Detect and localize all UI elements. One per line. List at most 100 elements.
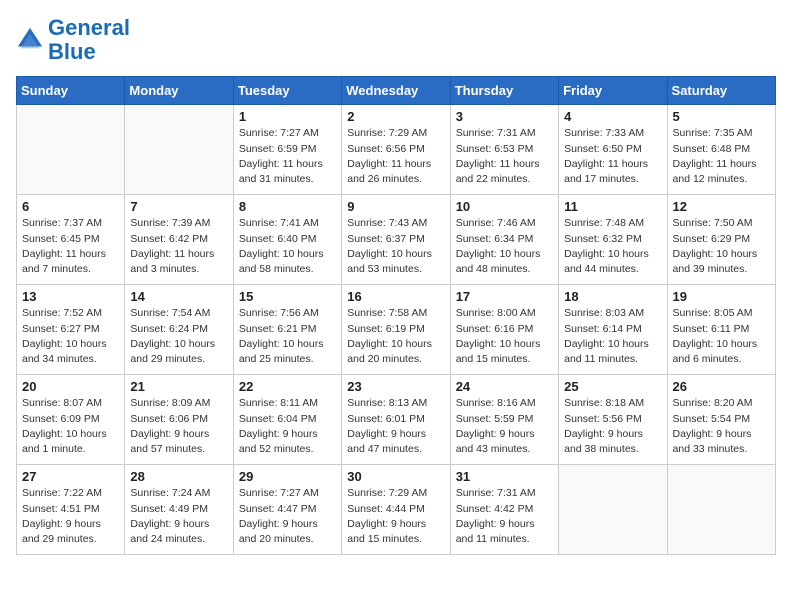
day-info: Sunrise: 7:52 AM Sunset: 6:27 PM Dayligh…: [22, 306, 119, 367]
day-info: Sunrise: 7:41 AM Sunset: 6:40 PM Dayligh…: [239, 216, 336, 277]
weekday-header-wednesday: Wednesday: [342, 77, 450, 105]
day-number: 17: [456, 289, 553, 304]
day-number: 12: [673, 199, 770, 214]
calendar-cell: 15Sunrise: 7:56 AM Sunset: 6:21 PM Dayli…: [233, 285, 341, 375]
day-info: Sunrise: 8:20 AM Sunset: 5:54 PM Dayligh…: [673, 396, 770, 457]
day-number: 9: [347, 199, 444, 214]
day-info: Sunrise: 8:00 AM Sunset: 6:16 PM Dayligh…: [456, 306, 553, 367]
calendar-cell: 21 Sunrise: 8:09 AM Sunset: 6:06 PM Dayli…: [125, 375, 233, 465]
logo-icon: [16, 26, 44, 54]
day-number: 10: [456, 199, 553, 214]
day-info: Sunrise: 8:18 AM Sunset: 5:56 PM Dayligh…: [564, 396, 661, 457]
day-info: Sunrise: 7:31 AM Sunset: 4:42 PM Dayligh…: [456, 486, 553, 547]
day-number: 5: [673, 109, 770, 124]
day-number: 22: [239, 379, 336, 394]
calendar-cell: 10 Sunrise: 7:46 AM Sunset: 6:34 PM Dayli…: [450, 195, 558, 285]
day-info: Sunrise: 7:31 AM Sunset: 6:53 PM Dayligh…: [456, 126, 553, 187]
calendar-cell: 30Sunrise: 7:29 AM Sunset: 4:44 PM Dayli…: [342, 465, 450, 555]
day-info: Sunrise: 7:46 AM Sunset: 6:34 PM Dayligh…: [456, 216, 553, 277]
calendar-table: SundayMondayTuesdayWednesdayThursdayFrid…: [16, 76, 776, 555]
day-number: 28: [130, 469, 227, 484]
day-number: 27: [22, 469, 119, 484]
calendar-cell: 4Sunrise: 7:33 AM Sunset: 6:50 PM Daylig…: [559, 105, 667, 195]
day-info: Sunrise: 7:27 AM Sunset: 6:59 PM Dayligh…: [239, 126, 336, 187]
day-info: Sunrise: 7:22 AM Sunset: 4:51 PM Dayligh…: [22, 486, 119, 547]
day-number: 18: [564, 289, 661, 304]
logo-text: General Blue: [48, 16, 130, 64]
calendar-week-4: 20 Sunrise: 8:07 AM Sunset: 6:09 PM Dayli…: [17, 375, 776, 465]
day-info: Sunrise: 8:07 AM Sunset: 6:09 PM Dayligh…: [22, 396, 119, 457]
day-info: Sunrise: 7:54 AM Sunset: 6:24 PM Dayligh…: [130, 306, 227, 367]
day-info: Sunrise: 7:29 AM Sunset: 6:56 PM Dayligh…: [347, 126, 444, 187]
calendar-cell: 18 Sunrise: 8:03 AM Sunset: 6:14 PM Dayli…: [559, 285, 667, 375]
day-info: Sunrise: 8:03 AM Sunset: 6:14 PM Dayligh…: [564, 306, 661, 367]
day-number: 29: [239, 469, 336, 484]
day-number: 24: [456, 379, 553, 394]
calendar-cell: 29 Sunrise: 7:27 AM Sunset: 4:47 PM Dayli…: [233, 465, 341, 555]
calendar-cell: 20 Sunrise: 8:07 AM Sunset: 6:09 PM Dayli…: [17, 375, 125, 465]
weekday-header-tuesday: Tuesday: [233, 77, 341, 105]
day-number: 23: [347, 379, 444, 394]
calendar-cell: 2 Sunrise: 7:29 AM Sunset: 6:56 PM Daylig…: [342, 105, 450, 195]
day-number: 31: [456, 469, 553, 484]
day-number: 6: [22, 199, 119, 214]
calendar-cell: 5Sunrise: 7:35 AM Sunset: 6:48 PM Daylig…: [667, 105, 775, 195]
day-number: 3: [456, 109, 553, 124]
calendar-cell: 17 Sunrise: 8:00 AM Sunset: 6:16 PM Dayli…: [450, 285, 558, 375]
calendar-cell: 16 Sunrise: 7:58 AM Sunset: 6:19 PM Dayli…: [342, 285, 450, 375]
weekday-header-saturday: Saturday: [667, 77, 775, 105]
day-number: 13: [22, 289, 119, 304]
calendar-cell: 14 Sunrise: 7:54 AM Sunset: 6:24 PM Dayli…: [125, 285, 233, 375]
day-info: Sunrise: 8:13 AM Sunset: 6:01 PM Dayligh…: [347, 396, 444, 457]
calendar-cell: 11 Sunrise: 7:48 AM Sunset: 6:32 PM Dayli…: [559, 195, 667, 285]
day-number: 16: [347, 289, 444, 304]
day-info: Sunrise: 7:50 AM Sunset: 6:29 PM Dayligh…: [673, 216, 770, 277]
day-info: Sunrise: 8:11 AM Sunset: 6:04 PM Dayligh…: [239, 396, 336, 457]
day-info: Sunrise: 7:39 AM Sunset: 6:42 PM Dayligh…: [130, 216, 227, 277]
calendar-cell: [667, 465, 775, 555]
logo: General Blue: [16, 16, 130, 64]
calendar-cell: 13 Sunrise: 7:52 AM Sunset: 6:27 PM Dayli…: [17, 285, 125, 375]
day-number: 15: [239, 289, 336, 304]
weekday-header-thursday: Thursday: [450, 77, 558, 105]
day-number: 20: [22, 379, 119, 394]
day-number: 21: [130, 379, 227, 394]
calendar-cell: 27 Sunrise: 7:22 AM Sunset: 4:51 PM Dayli…: [17, 465, 125, 555]
calendar-cell: 9 Sunrise: 7:43 AM Sunset: 6:37 PM Daylig…: [342, 195, 450, 285]
day-number: 25: [564, 379, 661, 394]
calendar-cell: [17, 105, 125, 195]
day-info: Sunrise: 7:24 AM Sunset: 4:49 PM Dayligh…: [130, 486, 227, 547]
day-number: 1: [239, 109, 336, 124]
day-info: Sunrise: 7:29 AM Sunset: 4:44 PM Dayligh…: [347, 486, 444, 547]
calendar-cell: 23 Sunrise: 8:13 AM Sunset: 6:01 PM Dayli…: [342, 375, 450, 465]
calendar-cell: 28 Sunrise: 7:24 AM Sunset: 4:49 PM Dayli…: [125, 465, 233, 555]
calendar-week-5: 27 Sunrise: 7:22 AM Sunset: 4:51 PM Dayli…: [17, 465, 776, 555]
day-info: Sunrise: 7:27 AM Sunset: 4:47 PM Dayligh…: [239, 486, 336, 547]
calendar-week-1: 1 Sunrise: 7:27 AM Sunset: 6:59 PM Daylig…: [17, 105, 776, 195]
calendar-cell: 7 Sunrise: 7:39 AM Sunset: 6:42 PM Daylig…: [125, 195, 233, 285]
calendar-cell: 25 Sunrise: 8:18 AM Sunset: 5:56 PM Dayli…: [559, 375, 667, 465]
weekday-header-monday: Monday: [125, 77, 233, 105]
day-number: 14: [130, 289, 227, 304]
day-info: Sunrise: 7:37 AM Sunset: 6:45 PM Dayligh…: [22, 216, 119, 277]
day-info: Sunrise: 7:58 AM Sunset: 6:19 PM Dayligh…: [347, 306, 444, 367]
day-number: 26: [673, 379, 770, 394]
day-number: 19: [673, 289, 770, 304]
calendar-week-2: 6 Sunrise: 7:37 AM Sunset: 6:45 PM Daylig…: [17, 195, 776, 285]
day-number: 7: [130, 199, 227, 214]
day-info: Sunrise: 8:16 AM Sunset: 5:59 PM Dayligh…: [456, 396, 553, 457]
page-header: General Blue: [16, 16, 776, 64]
calendar-cell: 24 Sunrise: 8:16 AM Sunset: 5:59 PM Dayli…: [450, 375, 558, 465]
calendar-cell: 12 Sunrise: 7:50 AM Sunset: 6:29 PM Dayli…: [667, 195, 775, 285]
day-number: 4: [564, 109, 661, 124]
calendar-cell: 6 Sunrise: 7:37 AM Sunset: 6:45 PM Daylig…: [17, 195, 125, 285]
day-number: 2: [347, 109, 444, 124]
day-info: Sunrise: 8:05 AM Sunset: 6:11 PM Dayligh…: [673, 306, 770, 367]
weekday-header-sunday: Sunday: [17, 77, 125, 105]
day-number: 11: [564, 199, 661, 214]
calendar-cell: 31 Sunrise: 7:31 AM Sunset: 4:42 PM Dayli…: [450, 465, 558, 555]
day-info: Sunrise: 8:09 AM Sunset: 6:06 PM Dayligh…: [130, 396, 227, 457]
day-info: Sunrise: 7:48 AM Sunset: 6:32 PM Dayligh…: [564, 216, 661, 277]
weekday-header-friday: Friday: [559, 77, 667, 105]
day-info: Sunrise: 7:43 AM Sunset: 6:37 PM Dayligh…: [347, 216, 444, 277]
